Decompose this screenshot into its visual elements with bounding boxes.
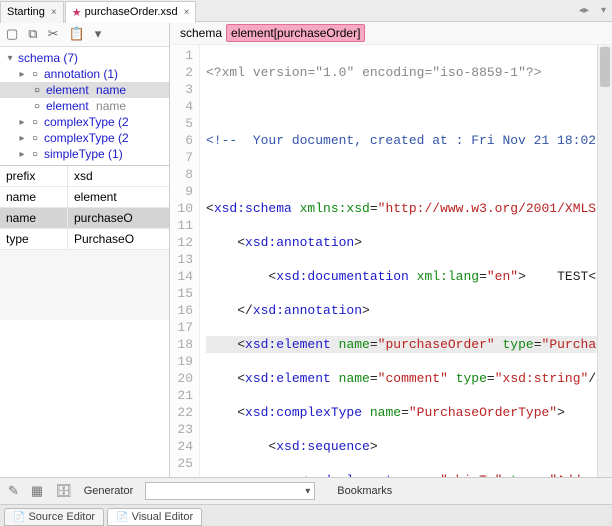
- bullet-icon: ○: [28, 149, 42, 160]
- database-icon[interactable]: 🗄: [55, 483, 72, 499]
- editor-panel: schema element[purchaseOrder] 12345 6789…: [170, 22, 612, 477]
- table-row[interactable]: name element: [0, 187, 169, 208]
- outline-tree[interactable]: ▾ schema (7) ▸○ annotation (1) ○ element…: [0, 47, 169, 165]
- table-row[interactable]: type PurchaseO: [0, 229, 169, 250]
- table-row-selected[interactable]: name purchaseO: [0, 208, 169, 229]
- modified-star-icon: ★: [72, 6, 82, 19]
- tree-node-simpletype[interactable]: ▸○ simpleType (1): [0, 146, 169, 162]
- close-icon[interactable]: ×: [51, 7, 57, 18]
- tab-source-editor[interactable]: 📄 Source Editor: [4, 508, 104, 526]
- tab-visual-editor[interactable]: 📄 Visual Editor: [107, 508, 202, 526]
- property-table: prefix xsd name element name purchaseO t…: [0, 165, 169, 320]
- bullet-icon: ○: [28, 117, 42, 128]
- paste-icon[interactable]: 📋: [69, 26, 85, 42]
- bullet-icon: ○: [30, 85, 44, 96]
- doc-icon: 📄: [116, 512, 128, 523]
- expand-icon[interactable]: ▸: [16, 69, 28, 80]
- prop-key: name: [0, 208, 68, 228]
- more-icon[interactable]: ▾: [95, 26, 102, 42]
- status-toolbar: ✎ ▦ 🗄 Generator Bookmarks: [0, 477, 612, 504]
- tab-overflow-left-icon[interactable]: ◂▸: [573, 5, 595, 16]
- expand-icon[interactable]: ▸: [16, 117, 28, 128]
- tree-node-annotation[interactable]: ▸○ annotation (1): [0, 66, 169, 82]
- code-editor[interactable]: 12345 678910 1112131415 1617181920 21222…: [170, 45, 612, 477]
- breadcrumb-seg-current[interactable]: element[purchaseOrder]: [226, 24, 365, 42]
- grid-icon[interactable]: ▦: [31, 483, 43, 499]
- tab-starting[interactable]: Starting ×: [0, 1, 64, 23]
- tree-node-element[interactable]: ○ element name: [0, 98, 169, 114]
- doc-icon: 📄: [13, 512, 25, 523]
- bullet-icon: ○: [30, 101, 44, 112]
- file-tabbar: Starting × ★ purchaseOrder.xsd × ◂▸ ▾: [0, 0, 612, 22]
- left-panel: ▢ ⧉ ✂ 📋 ▾ ▾ schema (7) ▸○ annotation (1)…: [0, 22, 170, 477]
- breadcrumb-seg[interactable]: schema: [176, 25, 226, 41]
- tree-node-schema[interactable]: ▾ schema (7): [0, 50, 169, 66]
- tab-overflow-menu-icon[interactable]: ▾: [595, 5, 612, 16]
- prop-value: purchaseO: [68, 208, 169, 228]
- tab-label: purchaseOrder.xsd: [85, 6, 178, 18]
- table-filler: [0, 250, 169, 320]
- bookmarks-label[interactable]: Bookmarks: [337, 485, 392, 497]
- prop-value: xsd: [68, 166, 169, 186]
- tree-node-complextype[interactable]: ▸○ complexType (2: [0, 130, 169, 146]
- workspace: ▢ ⧉ ✂ 📋 ▾ ▾ schema (7) ▸○ annotation (1)…: [0, 22, 612, 477]
- tab-purchaseorder[interactable]: ★ purchaseOrder.xsd ×: [65, 1, 197, 23]
- cut-icon[interactable]: ✂: [48, 26, 59, 42]
- prop-key: prefix: [0, 166, 68, 186]
- copy-icon[interactable]: ⧉: [28, 26, 37, 42]
- tab-label: Starting: [7, 6, 45, 18]
- scrollbar-thumb[interactable]: [600, 47, 610, 87]
- view-tabbar: 📄 Source Editor 📄 Visual Editor: [0, 504, 612, 526]
- line-gutter: 12345 678910 1112131415 1617181920 21222…: [170, 45, 200, 477]
- expand-icon[interactable]: ▸: [16, 133, 28, 144]
- left-toolbar: ▢ ⧉ ✂ 📋 ▾: [0, 22, 169, 47]
- code-body[interactable]: <?xml version="1.0" encoding="iso-8859-1…: [200, 45, 597, 477]
- prop-key: type: [0, 229, 68, 249]
- expand-icon[interactable]: ▸: [16, 149, 28, 160]
- tree-node-element-selected[interactable]: ○ element name: [0, 82, 169, 98]
- generator-label: Generator: [84, 485, 134, 497]
- breadcrumb[interactable]: schema element[purchaseOrder]: [170, 22, 612, 45]
- prop-key: name: [0, 187, 68, 207]
- pencil-icon[interactable]: ✎: [8, 483, 19, 499]
- bullet-icon: ○: [28, 133, 42, 144]
- generator-combo[interactable]: [145, 482, 315, 500]
- table-row[interactable]: prefix xsd: [0, 166, 169, 187]
- close-icon[interactable]: ×: [184, 7, 190, 18]
- vertical-scrollbar[interactable]: [597, 45, 612, 477]
- new-icon[interactable]: ▢: [6, 26, 18, 42]
- tree-node-complextype[interactable]: ▸○ complexType (2: [0, 114, 169, 130]
- prop-value: PurchaseO: [68, 229, 169, 249]
- prop-value: element: [68, 187, 169, 207]
- bullet-icon: ○: [28, 69, 42, 80]
- collapse-icon[interactable]: ▾: [4, 53, 16, 64]
